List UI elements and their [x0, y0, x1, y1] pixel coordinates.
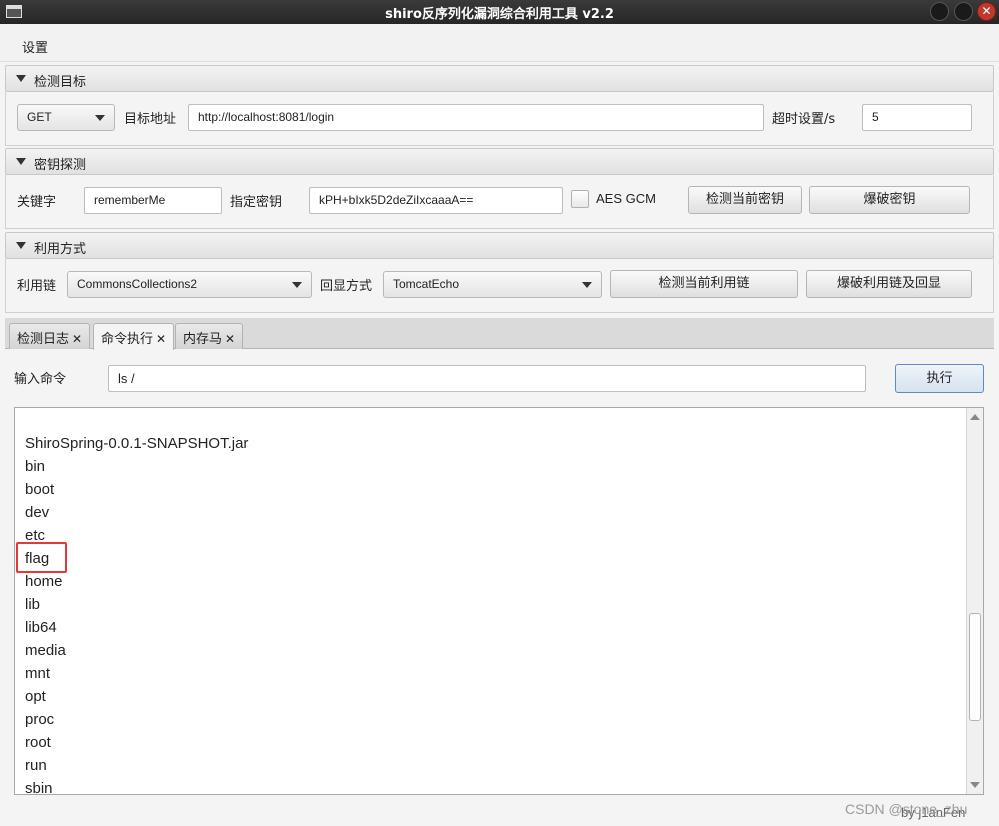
key-section-title: 密钥探测 — [34, 158, 87, 173]
command-output[interactable]: ShiroSpring-0.0.1-SNAPSHOT.jar bin boot … — [14, 407, 984, 795]
tab-label: 检测日志 — [17, 332, 70, 347]
output-line: run — [25, 757, 47, 774]
chain-value: CommonsCollections2 — [77, 277, 198, 291]
csdn-watermark: CSDN @stone_zhu — [845, 801, 968, 817]
close-icon[interactable]: ✕ — [156, 332, 166, 346]
check-chain-button[interactable]: 检测当前利用链 — [610, 270, 798, 298]
key-section-header[interactable]: 密钥探测 — [5, 148, 994, 175]
minimize-button[interactable] — [930, 2, 949, 21]
output-line: dev — [25, 504, 50, 521]
chevron-down-icon — [582, 282, 592, 288]
echo-value: TomcatEcho — [393, 277, 460, 291]
output-line: home — [25, 573, 63, 590]
key-input[interactable]: kPH+bIxk5D2deZiIxcaaaA== — [309, 187, 563, 214]
close-window-button[interactable]: ✕ — [977, 2, 996, 21]
close-icon[interactable]: ✕ — [72, 332, 82, 346]
collapse-triangle-icon — [16, 242, 26, 249]
echo-select[interactable]: TomcatEcho — [383, 271, 602, 298]
echo-label: 回显方式 — [320, 279, 373, 294]
output-line: opt — [25, 688, 46, 705]
output-line: proc — [25, 711, 55, 728]
timeout-input[interactable]: 5 — [862, 104, 972, 131]
key-label: 指定密钥 — [230, 195, 283, 210]
output-line: boot — [25, 481, 55, 498]
chevron-down-icon — [292, 282, 302, 288]
tab-detect-log[interactable]: 检测日志 ✕ — [9, 323, 91, 349]
output-line: mnt — [25, 665, 51, 682]
output-line: media — [25, 642, 66, 659]
scrollbar-thumb[interactable] — [969, 613, 981, 721]
tab-label: 内存马 — [183, 332, 223, 347]
command-input[interactable]: ls / — [108, 365, 866, 392]
output-line: sbin — [25, 780, 53, 795]
scroll-down-arrow-icon[interactable] — [970, 782, 980, 788]
http-method-value: GET — [27, 110, 52, 124]
aes-gcm-label: AES GCM — [596, 191, 656, 206]
target-section-title: 检测目标 — [34, 75, 87, 90]
scroll-up-arrow-icon[interactable] — [970, 414, 980, 420]
target-section-header[interactable]: 检测目标 — [5, 65, 994, 92]
output-line: bin — [25, 458, 46, 475]
brute-key-button[interactable]: 爆破密钥 — [809, 186, 970, 214]
aes-gcm-checkbox[interactable] — [571, 190, 589, 208]
command-input-label: 输入命令 — [14, 372, 67, 387]
timeout-label: 超时设置/s — [772, 112, 836, 127]
tab-memshell[interactable]: 内存马 ✕ — [175, 323, 244, 349]
tab-label: 命令执行 — [101, 332, 154, 347]
output-line: lib — [25, 596, 41, 613]
maximize-button[interactable] — [954, 2, 973, 21]
title-bar: shiro反序列化漏洞综合利用工具 v2.2 ✕ — [0, 0, 999, 24]
output-scrollbar[interactable] — [966, 408, 983, 794]
url-label: 目标地址 — [124, 112, 177, 127]
keyword-label: 关键字 — [17, 195, 57, 210]
keyword-input[interactable]: rememberMe — [84, 187, 222, 214]
exploit-section-header[interactable]: 利用方式 — [5, 232, 994, 259]
check-key-button[interactable]: 检测当前密钥 — [688, 186, 802, 214]
output-line: root — [25, 734, 51, 751]
collapse-triangle-icon — [16, 75, 26, 82]
tab-strip: 检测日志 ✕ 命令执行 ✕ 内存马 ✕ — [5, 318, 994, 350]
url-input[interactable]: http://localhost:8081/login — [188, 104, 764, 131]
chain-label: 利用链 — [17, 279, 57, 294]
chain-select[interactable]: CommonsCollections2 — [67, 271, 312, 298]
exploit-section-body: 利用链 CommonsCollections2 回显方式 TomcatEcho … — [5, 259, 994, 313]
menu-settings[interactable]: 设置 — [22, 37, 48, 56]
output-line: lib64 — [25, 619, 57, 636]
key-section-body: 关键字 rememberMe 指定密钥 kPH+bIxk5D2deZiIxcaa… — [5, 175, 994, 229]
flag-highlight-box — [16, 542, 67, 573]
output-lines: ShiroSpring-0.0.1-SNAPSHOT.jar bin boot … — [25, 432, 249, 795]
execute-button[interactable]: 执行 — [895, 364, 984, 393]
menu-bar: 设置 — [0, 24, 999, 62]
exploit-section-title: 利用方式 — [34, 242, 87, 257]
http-method-select[interactable]: GET — [17, 104, 115, 131]
window-title: shiro反序列化漏洞综合利用工具 v2.2 — [385, 7, 614, 22]
close-icon[interactable]: ✕ — [225, 332, 235, 346]
brute-chain-button[interactable]: 爆破利用链及回显 — [806, 270, 972, 298]
target-section-body: GET 目标地址 http://localhost:8081/login 超时设… — [5, 92, 994, 146]
chevron-down-icon — [95, 115, 105, 121]
tab-command-exec[interactable]: 命令执行 ✕ — [93, 323, 175, 350]
collapse-triangle-icon — [16, 158, 26, 165]
output-line: ShiroSpring-0.0.1-SNAPSHOT.jar — [25, 435, 249, 452]
